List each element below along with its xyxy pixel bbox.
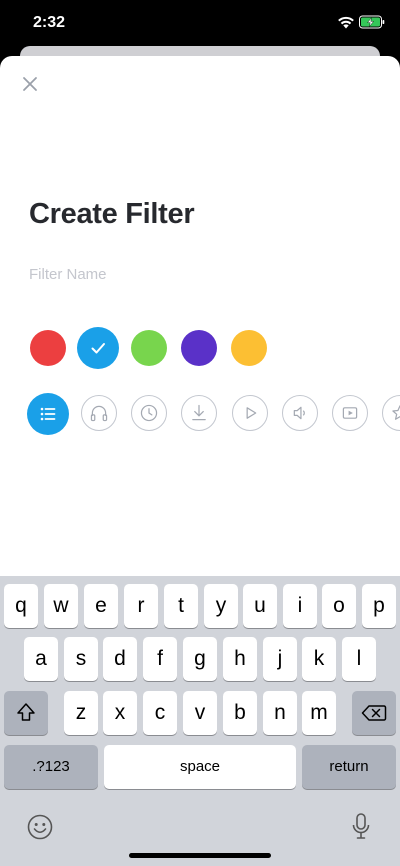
close-icon[interactable] — [18, 72, 42, 96]
status-bar: 2:32 — [0, 0, 400, 46]
checkmark-icon — [91, 343, 105, 354]
key-u[interactable]: u — [243, 584, 277, 628]
video-icon — [342, 407, 358, 419]
key-d[interactable]: d — [103, 637, 137, 681]
page-title: Create Filter — [29, 198, 195, 230]
key-m[interactable]: m — [302, 691, 336, 735]
shift-icon — [17, 703, 35, 721]
key-a[interactable]: a — [24, 637, 58, 681]
microphone-icon[interactable] — [350, 812, 372, 842]
icon-option-download[interactable] — [181, 395, 217, 431]
key-b[interactable]: b — [223, 691, 257, 735]
key-s[interactable]: s — [64, 637, 98, 681]
key-p[interactable]: p — [362, 584, 396, 628]
icon-option-list[interactable] — [27, 393, 69, 435]
key-h[interactable]: h — [223, 637, 257, 681]
home-indicator — [129, 853, 271, 858]
color-swatch-blue[interactable] — [77, 327, 119, 369]
icon-option-play[interactable] — [232, 395, 268, 431]
key-y[interactable]: y — [204, 584, 238, 628]
space-key[interactable]: space — [104, 745, 296, 789]
color-swatch-green[interactable] — [131, 330, 167, 366]
key-n[interactable]: n — [263, 691, 297, 735]
filter-name-input[interactable] — [29, 261, 369, 287]
key-l[interactable]: l — [342, 637, 376, 681]
icon-option-clock[interactable] — [131, 395, 167, 431]
keyboard: q w e r t y u i o p a s d f g h j k l z … — [0, 576, 400, 866]
key-i[interactable]: i — [283, 584, 317, 628]
key-o[interactable]: o — [322, 584, 356, 628]
emoji-icon[interactable] — [26, 813, 54, 841]
star-icon — [392, 405, 400, 420]
battery-charging-icon — [359, 15, 385, 29]
icon-option-volume[interactable] — [282, 395, 318, 431]
key-f[interactable]: f — [143, 637, 177, 681]
shift-key[interactable] — [4, 691, 48, 735]
create-filter-sheet: Create Filter — [0, 56, 400, 576]
color-swatch-red[interactable] — [30, 330, 66, 366]
key-q[interactable]: q — [4, 584, 38, 628]
headphones-icon — [90, 405, 108, 422]
icon-option-star[interactable] — [382, 395, 400, 431]
volume-icon — [293, 406, 305, 420]
key-t[interactable]: t — [164, 584, 198, 628]
icon-option-headphones[interactable] — [81, 395, 117, 431]
wifi-icon — [338, 16, 354, 29]
key-w[interactable]: w — [44, 584, 78, 628]
key-k[interactable]: k — [302, 637, 336, 681]
download-icon — [192, 404, 206, 421]
numbers-key[interactable]: .?123 — [4, 745, 98, 789]
list-icon — [40, 407, 56, 421]
color-swatch-yellow[interactable] — [231, 330, 267, 366]
play-icon — [246, 407, 257, 419]
key-g[interactable]: g — [183, 637, 217, 681]
key-v[interactable]: v — [183, 691, 217, 735]
status-time: 2:32 — [33, 14, 66, 31]
color-swatch-purple[interactable] — [181, 330, 217, 366]
key-c[interactable]: c — [143, 691, 177, 735]
key-j[interactable]: j — [263, 637, 297, 681]
key-r[interactable]: r — [124, 584, 158, 628]
key-x[interactable]: x — [103, 691, 137, 735]
return-key[interactable]: return — [302, 745, 396, 789]
clock-icon — [140, 404, 158, 422]
key-z[interactable]: z — [64, 691, 98, 735]
icon-picker — [27, 393, 400, 437]
delete-key[interactable] — [352, 691, 396, 735]
backspace-icon — [361, 705, 387, 721]
icon-option-video[interactable] — [332, 395, 368, 431]
key-e[interactable]: e — [84, 584, 118, 628]
